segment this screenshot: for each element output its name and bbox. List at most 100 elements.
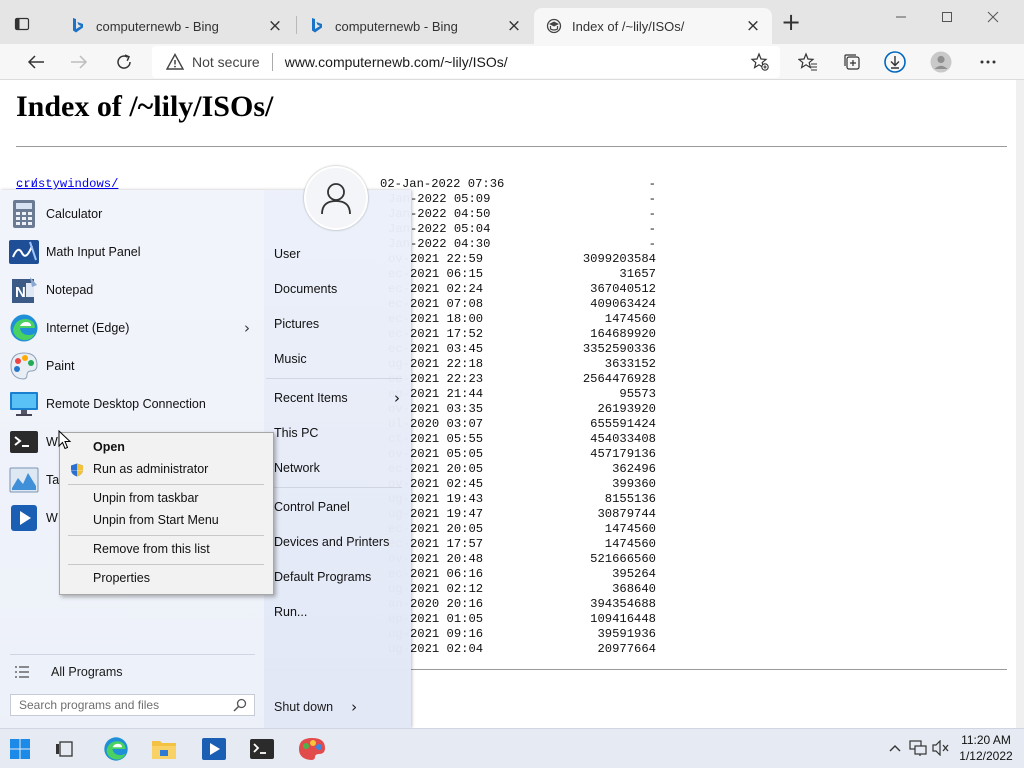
shutdown-options-icon[interactable]: › [351,698,357,716]
place-label: Pictures [274,317,320,331]
file-explorer-button[interactable] [146,733,182,765]
profile-button[interactable] [926,47,956,77]
place-run[interactable]: Run... [274,605,400,619]
file-size: 395264 [612,567,656,581]
address-divider [271,53,273,71]
search-programs-input[interactable]: Search programs and files [10,694,255,716]
file-size: 394354688 [590,597,656,611]
edge-icon [104,737,128,761]
file-size: 655591424 [590,417,656,431]
address-bar[interactable]: Not secure www.computernewb.com/~lily/IS… [152,46,780,78]
refresh-icon [117,54,131,69]
back-arrow-icon [27,55,44,69]
file-size: 367040512 [590,282,656,296]
close-tab-icon[interactable]: × [266,17,284,35]
paint-icon [8,350,40,382]
file-size: 164689920 [590,327,656,341]
start-button[interactable] [2,733,38,765]
file-size: 457179136 [590,447,656,461]
all-programs-button[interactable]: All Programs [14,664,123,680]
tab-index-isos[interactable]: Index of /~lily/ISOs/ × [534,8,772,44]
minimize-button[interactable] [878,2,924,32]
clock-date: 1/12/2022 [959,749,1013,763]
place-music[interactable]: Music [274,352,400,366]
mouse-cursor-icon [58,430,72,450]
edge-icon [8,312,40,344]
file-size: 109416448 [590,612,656,626]
shutdown-button[interactable]: Shut down › [274,698,357,716]
network-tray-button[interactable] [909,739,927,757]
media-player-taskbar-button[interactable] [196,733,232,765]
downloads-button[interactable] [880,47,910,77]
maximize-button[interactable] [924,2,970,32]
tab-label: computernewb - Bing [335,18,458,34]
place-label: Default Programs [274,570,372,584]
file-size: 362496 [612,462,656,476]
tab-bing-2[interactable]: computernewb - Bing × [297,8,533,44]
place-label: Control Panel [274,500,350,514]
file-size: 1474560 [604,312,656,326]
edge-taskbar-button[interactable] [98,733,134,765]
place-this-pc[interactable]: This PC [274,426,400,440]
program-remote-desktop[interactable]: Remote Desktop Connection [0,386,264,422]
terminal-icon [250,739,274,759]
close-window-button[interactable] [970,2,1016,32]
paint3d-taskbar-button[interactable] [294,733,330,765]
place-control-panel[interactable]: Control Panel [274,500,400,514]
close-tab-icon[interactable]: × [744,17,762,35]
place-documents[interactable]: Documents [274,282,400,296]
place-pictures[interactable]: Pictures [274,317,400,331]
url-text[interactable]: www.computernewb.com/~lily/ISOs/ [285,54,508,70]
add-favorite-icon[interactable] [750,52,770,75]
file-size: 39591936 [597,627,656,641]
place-network[interactable]: Network [274,461,400,475]
tab-bing-1[interactable]: computernewb - Bing × [58,8,294,44]
program-internet-edge[interactable]: Internet (Edge) › [0,310,264,346]
minimize-icon [896,16,906,18]
media-player-icon [202,738,226,760]
show-hidden-icons-button[interactable] [886,739,904,757]
search-placeholder: Search programs and files [19,698,160,712]
back-button[interactable] [21,47,51,77]
place-recent-items[interactable]: Recent Items › [274,389,400,407]
new-tab-button[interactable]: + [780,10,802,34]
program-paint[interactable]: Paint [0,348,264,384]
program-label: Math Input Panel [46,245,141,259]
tab-label: computernewb - Bing [96,18,219,34]
menu-item-run-as-administrator[interactable]: Run as administrator [93,462,208,480]
not-secure-label[interactable]: Not secure [192,54,260,70]
menu-item-remove-from-list[interactable]: Remove from this list [93,542,210,560]
warning-icon[interactable] [166,53,184,71]
task-view-button[interactable] [46,733,82,765]
menu-item-open[interactable]: Open [93,440,125,458]
menu-item-unpin-start-menu[interactable]: Unpin from Start Menu [93,513,219,531]
programs-divider [10,654,255,655]
favorites-button[interactable] [793,47,823,77]
file-size: 399360 [612,477,656,491]
file-size: 95573 [619,387,656,401]
program-notepad[interactable]: N Notepad [0,272,264,308]
user-icon [321,183,351,215]
place-default-programs[interactable]: Default Programs [274,570,400,584]
refresh-button[interactable] [109,47,139,77]
terminal-taskbar-button[interactable] [244,733,280,765]
program-math-input-panel[interactable]: Math Input Panel [0,234,264,270]
clock-time: 11:20 AM [961,733,1011,747]
page-scrollbar[interactable] [1016,80,1024,728]
user-avatar[interactable] [304,166,368,230]
forward-button[interactable] [64,47,94,77]
tab-actions-button[interactable] [12,12,52,36]
place-devices-printers[interactable]: Devices and Printers [274,535,400,549]
menu-item-unpin-taskbar[interactable]: Unpin from taskbar [93,491,199,509]
collections-button[interactable] [837,47,867,77]
media-player-icon [8,502,40,534]
program-calculator[interactable]: Calculator [0,196,264,232]
places-divider [266,487,402,488]
system-clock[interactable]: 11:20 AM 1/12/2022 [948,732,1024,764]
menu-item-properties[interactable]: Properties [93,571,150,589]
close-tab-icon[interactable]: × [505,17,523,35]
maximize-icon [942,12,952,22]
place-user[interactable]: User [274,247,400,261]
file-size: 8155136 [604,492,656,506]
settings-menu-button[interactable] [973,47,1003,77]
